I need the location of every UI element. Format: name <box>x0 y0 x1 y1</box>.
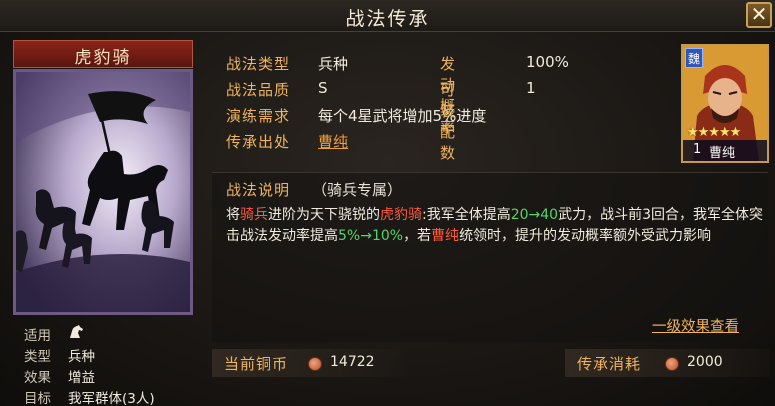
info-row-type: 战法类型 兵种 <box>226 53 348 75</box>
general-level: 1 <box>693 142 702 157</box>
title-bar: 战法传承 ✕ <box>0 0 775 32</box>
description-header: 战法说明 （骑兵专属） <box>226 179 402 200</box>
desc-highlight: 骑兵 <box>240 207 268 223</box>
cavalry-silhouette-art <box>16 72 190 312</box>
attr-value: 兵种 <box>68 349 95 365</box>
description-text: 将骑兵进阶为天下骁锐的虎豹骑:我军全体提高20→40武力，战斗前3回合，我军全体… <box>226 205 766 246</box>
desc-value-green: 20→40 <box>510 207 559 223</box>
copper-coin-icon <box>308 357 322 371</box>
quality-label: 战法品质 <box>226 81 291 99</box>
faction-badge: 魏 <box>685 48 703 68</box>
info-row-practice: 演练需求 每个4星武将增加5%进度 <box>226 105 486 127</box>
copper-coin-icon <box>665 357 679 371</box>
general-name: 曹纯 <box>709 146 736 161</box>
desc-seg: 统领时，提升的发动概率额外受武力影响 <box>459 227 712 244</box>
info-row-origin: 传承出处 曹纯 <box>226 131 348 153</box>
origin-general-link[interactable]: 曹纯 <box>318 131 348 152</box>
coin-label: 当前铜币 <box>224 355 289 373</box>
attr-key: 目标 <box>24 391 51 406</box>
star-rating: ★★★★★ <box>687 125 741 140</box>
tactic-card-art <box>13 69 193 315</box>
attr-value: 增益 <box>68 370 95 386</box>
desc-highlight: 虎豹骑 <box>380 207 422 223</box>
inherit-tactic-window: 战法传承 ✕ 虎豹骑 适用 类型 兵种 效果 增益 目标 我军群体(3人) 战法… <box>0 0 775 406</box>
practice-label: 演练需求 <box>226 107 291 125</box>
card-name: 虎豹骑 <box>74 48 132 68</box>
equip-value: 1 <box>526 79 536 97</box>
desc-seg: :我军全体提高 <box>422 207 511 223</box>
desc-value-green: 5%→10% <box>338 227 404 244</box>
first-level-effect-link[interactable]: 一级效果查看 <box>652 315 739 336</box>
type-label: 战法类型 <box>226 55 291 73</box>
close-button[interactable]: ✕ <box>746 2 772 28</box>
attr-row-applicable: 适用 <box>24 324 83 344</box>
general-name-bar: 1 曹纯 <box>683 140 767 161</box>
attr-row-type: 类型 兵种 <box>24 345 95 365</box>
desc-seg: 将 <box>226 207 240 223</box>
general-portrait[interactable]: 魏 ★★★★★ 1 曹纯 <box>681 44 769 163</box>
desc-highlight: 曹纯 <box>431 227 460 244</box>
equip-label: 可装配数 <box>440 81 457 162</box>
desc-seg: ，若 <box>403 227 432 244</box>
description-tag: （骑兵专属） <box>312 181 403 199</box>
info-row-quality: 战法品质 S <box>226 79 328 101</box>
description-label: 战法说明 <box>226 181 291 199</box>
attr-key: 适用 <box>24 328 51 344</box>
card-banner: 虎豹骑 <box>13 40 193 68</box>
description-panel: 战法说明 （骑兵专属） 将骑兵进阶为天下骁锐的虎豹骑:我军全体提高20→40武力，… <box>212 172 768 342</box>
practice-value: 每个4星武将增加5%进度 <box>318 107 487 125</box>
horse-icon <box>70 325 83 338</box>
cost-value: 2000 <box>687 354 723 370</box>
cost-label: 传承消耗 <box>577 355 642 373</box>
current-coin-bar: 当前铜币 14722 <box>212 349 407 377</box>
desc-seg: 武力，战斗前3回合， <box>558 207 693 223</box>
desc-seg: 进阶为天下骁锐的 <box>268 207 380 223</box>
inherit-cost-bar: 传承消耗 2000 <box>565 349 770 377</box>
coin-value: 14722 <box>330 354 375 370</box>
attr-key: 类型 <box>24 349 51 365</box>
origin-label: 传承出处 <box>226 133 291 151</box>
rate-value: 100% <box>526 53 569 71</box>
attr-row-effect: 效果 增益 <box>24 366 95 386</box>
window-title: 战法传承 <box>345 8 430 30</box>
type-value: 兵种 <box>318 55 349 73</box>
attr-key: 效果 <box>24 370 51 386</box>
attr-row-target: 目标 我军群体(3人) <box>24 387 155 406</box>
quality-value: S <box>318 79 328 97</box>
attr-value: 我军群体(3人) <box>68 391 155 406</box>
